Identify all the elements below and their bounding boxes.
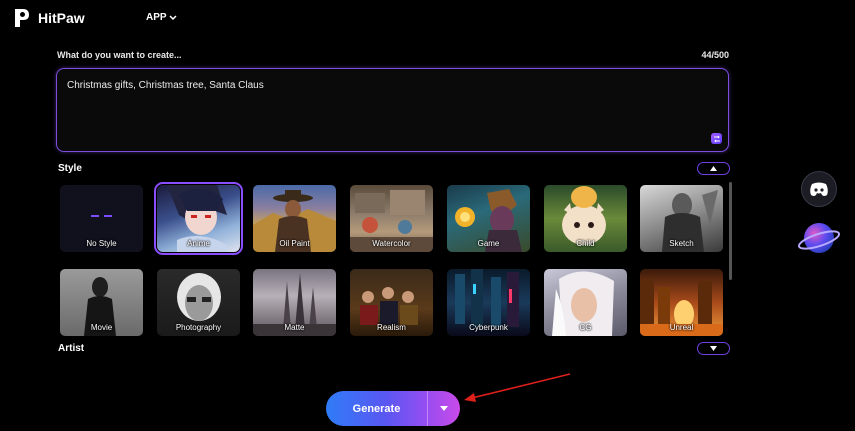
style-tile-label: Movie [90, 323, 113, 332]
chevron-down-icon [169, 14, 177, 20]
style-tile-label: Game [477, 239, 500, 248]
artist-section-title: Artist [58, 343, 85, 354]
style-tile-photography[interactable]: Photography [157, 269, 240, 336]
style-tile-label: Oil Paint [279, 239, 310, 248]
style-tile-label: Matte [284, 323, 305, 332]
char-counter: 44/500 [701, 50, 729, 60]
planet-button[interactable] [797, 216, 841, 260]
prompt-label: What do you want to create... [57, 50, 182, 60]
dash-icon [104, 215, 112, 217]
style-tile-anime[interactable]: Anime [154, 182, 243, 255]
style-tile-child[interactable]: Child [544, 185, 627, 252]
hitpaw-logo[interactable]: HitPaw [12, 7, 85, 29]
artist-expand-button[interactable] [697, 342, 730, 355]
generate-button[interactable]: Generate [326, 391, 460, 426]
style-tile-unreal[interactable]: Unreal [640, 269, 723, 336]
style-tile-label: CG [579, 323, 592, 332]
style-section-title: Style [58, 163, 82, 174]
app-menu[interactable]: APP [146, 12, 177, 23]
style-tile-label: Photography [175, 323, 222, 332]
style-tile-label: Anime [187, 239, 210, 248]
style-tile-oil-paint[interactable]: Oil Paint [253, 185, 336, 252]
style-tile-label: Child [576, 239, 595, 248]
dash-icon [91, 215, 99, 217]
style-tile-label: Sketch [669, 239, 694, 248]
generate-options-button[interactable] [428, 391, 460, 426]
style-tile-label: Cyberpunk [469, 323, 508, 332]
style-tile-no-style[interactable]: No Style [60, 185, 143, 252]
hitpaw-logo-icon [15, 9, 29, 27]
discord-button[interactable] [801, 171, 837, 207]
style-tile-realism[interactable]: Realism [350, 269, 433, 336]
caret-up-icon [710, 166, 717, 171]
app-menu-label: APP [146, 12, 167, 23]
random-prompt-button[interactable] [711, 133, 722, 144]
prompt-text[interactable]: Christmas gifts, Christmas tree, Santa C… [67, 80, 264, 91]
brand-name: HitPaw [38, 10, 85, 26]
style-tile-watercolor[interactable]: Watercolor [350, 185, 433, 252]
style-scrollbar[interactable] [729, 182, 732, 280]
generate-label: Generate [352, 402, 401, 415]
planet-icon [797, 223, 841, 253]
shuffle-icon [713, 135, 720, 142]
style-tile-label: Realism [377, 323, 406, 332]
style-tile-label: No Style [86, 239, 117, 248]
style-tile-cyberpunk[interactable]: Cyberpunk [447, 269, 530, 336]
style-tile-sketch[interactable]: Sketch [640, 185, 723, 252]
style-tile-label: Watercolor [372, 239, 411, 248]
caret-down-icon [710, 346, 717, 351]
discord-icon [810, 182, 828, 196]
caret-down-icon [440, 406, 448, 411]
style-tile-movie[interactable]: Movie [60, 269, 143, 336]
style-tile-label: Unreal [669, 323, 694, 332]
style-tile-game[interactable]: Game [447, 185, 530, 252]
style-collapse-button[interactable] [697, 162, 730, 175]
style-tile-cg[interactable]: CG [544, 269, 627, 336]
prompt-input[interactable]: Christmas gifts, Christmas tree, Santa C… [56, 68, 729, 152]
style-tile-matte[interactable]: Matte [253, 269, 336, 336]
